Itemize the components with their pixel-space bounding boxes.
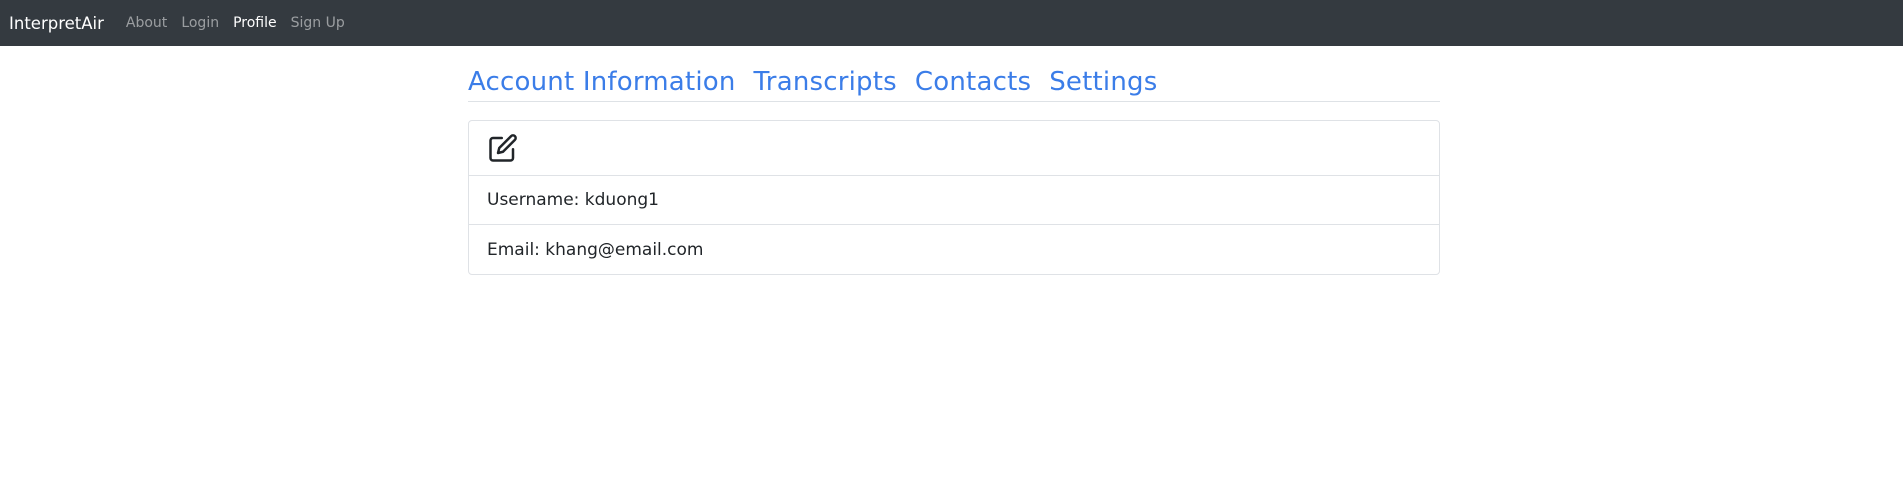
tab-contacts[interactable]: Contacts xyxy=(915,67,1031,97)
nav-link-login[interactable]: Login xyxy=(181,15,219,31)
username-row: Username: kduong1 xyxy=(469,176,1439,225)
email-row: Email: khang@email.com xyxy=(469,225,1439,274)
tab-account-information[interactable]: Account Information xyxy=(468,67,736,97)
profile-tabs: Account Information Transcripts Contacts… xyxy=(468,46,1440,102)
card-header xyxy=(469,121,1439,176)
nav-link-sign-up[interactable]: Sign Up xyxy=(291,15,345,31)
nav-link-about[interactable]: About xyxy=(126,15,167,31)
edit-icon xyxy=(489,134,517,162)
profile-container: Account Information Transcripts Contacts… xyxy=(468,46,1440,275)
brand-link[interactable]: InterpretAir xyxy=(9,14,104,33)
top-navbar: InterpretAir About Login Profile Sign Up xyxy=(0,0,1903,46)
tab-settings[interactable]: Settings xyxy=(1049,67,1157,97)
username-text: Username: kduong1 xyxy=(487,190,659,210)
nav-link-profile[interactable]: Profile xyxy=(233,15,277,31)
tab-transcripts[interactable]: Transcripts xyxy=(754,67,897,97)
account-info-card: Username: kduong1 Email: khang@email.com xyxy=(468,120,1440,275)
email-text: Email: khang@email.com xyxy=(487,239,704,260)
edit-button[interactable] xyxy=(487,132,519,164)
